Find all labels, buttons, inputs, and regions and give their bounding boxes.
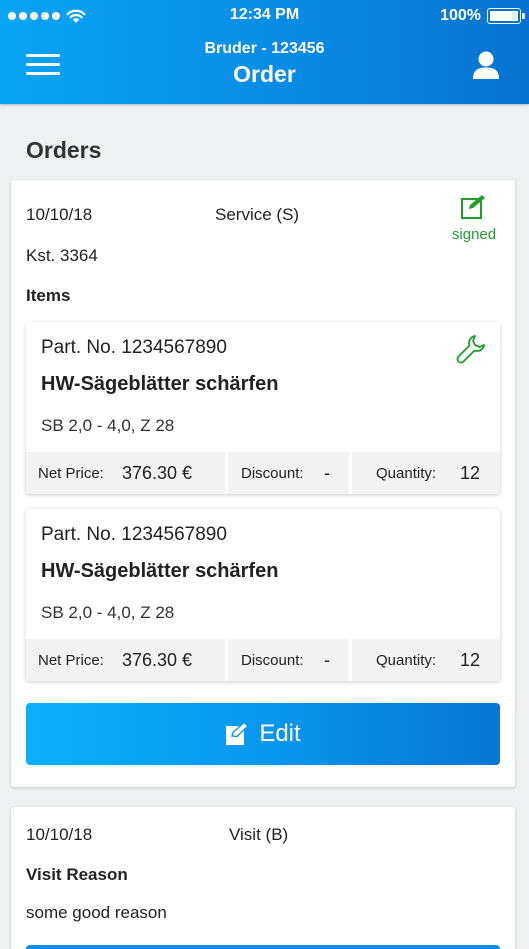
item-price-row: Net Price: 376.30 € Discount: - Quantity… xyxy=(26,639,500,681)
section-title: Orders xyxy=(26,137,102,163)
edit-button-label: Edit xyxy=(259,720,301,747)
signed-label: signed xyxy=(451,226,497,243)
net-price-cell: Net Price: 376.30 € xyxy=(26,639,225,681)
order-type: Service (S) xyxy=(215,205,300,224)
visit-reason-heading: Visit Reason xyxy=(26,865,128,884)
battery-percent: 100% xyxy=(440,7,481,24)
order-card[interactable]: 10/10/18 Visit (B) Visit Reason some goo… xyxy=(11,807,515,949)
part-number: Part. No. 1234567890 xyxy=(41,337,227,358)
quantity-value: 12 xyxy=(460,650,481,670)
discount-label: Discount: xyxy=(241,465,304,482)
visit-reason-text: some good reason xyxy=(26,903,167,922)
items-heading: Items xyxy=(26,286,71,305)
item-description: SB 2,0 - 4,0, Z 28 xyxy=(41,416,175,435)
order-type: Visit (B) xyxy=(229,825,289,844)
user-icon[interactable] xyxy=(471,50,501,80)
quantity-value: 12 xyxy=(460,463,481,483)
edit-square-icon xyxy=(461,195,485,219)
part-number: Part. No. 1234567890 xyxy=(41,524,227,545)
order-date: 10/10/18 xyxy=(26,825,93,844)
order-date: 10/10/18 xyxy=(26,205,93,224)
item-name: HW-Sägeblätter schärfen xyxy=(41,373,279,395)
discount-cell: Discount: - xyxy=(228,452,349,494)
discount-label: Discount: xyxy=(241,652,304,669)
list-item[interactable]: Part. No. 1234567890 HW-Sägeblätter schä… xyxy=(26,509,500,681)
header-subtitle: Bruder - 123456 xyxy=(204,40,325,57)
cost-center: Kst. 3364 xyxy=(26,246,98,265)
net-price-value: 376.30 € xyxy=(122,463,193,483)
quantity-label: Quantity: xyxy=(376,652,437,669)
net-price-label: Net Price: xyxy=(38,652,104,669)
item-name: HW-Sägeblätter schärfen xyxy=(41,560,279,582)
item-description: SB 2,0 - 4,0, Z 28 xyxy=(41,603,175,622)
app-header: 12:34 PM 100% Bruder - 123456 Order xyxy=(0,0,529,104)
list-item[interactable]: Part. No. 1234567890 HW-Sägeblätter schä… xyxy=(26,322,500,494)
wrench-icon[interactable] xyxy=(456,334,486,364)
net-price-value: 376.30 € xyxy=(122,650,193,670)
discount-value: - xyxy=(324,463,330,483)
discount-value: - xyxy=(324,650,330,670)
net-price-label: Net Price: xyxy=(38,465,104,482)
status-bar: 12:34 PM 100% xyxy=(0,0,529,32)
discount-cell: Discount: - xyxy=(228,639,349,681)
item-price-row: Net Price: 376.30 € Discount: - Quantity… xyxy=(26,452,500,494)
page-title: Order xyxy=(233,61,296,87)
action-button[interactable] xyxy=(26,945,500,949)
edit-button[interactable]: Edit xyxy=(26,703,500,765)
battery-icon xyxy=(487,8,525,24)
quantity-cell: Quantity: 12 xyxy=(352,639,500,681)
signed-status[interactable]: signed xyxy=(447,194,501,243)
pencil-square-icon xyxy=(226,722,250,745)
quantity-label: Quantity: xyxy=(376,465,437,482)
quantity-cell: Quantity: 12 xyxy=(352,452,500,494)
net-price-cell: Net Price: 376.30 € xyxy=(26,452,225,494)
order-card[interactable]: 10/10/18 Service (S) signed Kst. 3364 It… xyxy=(11,180,515,787)
